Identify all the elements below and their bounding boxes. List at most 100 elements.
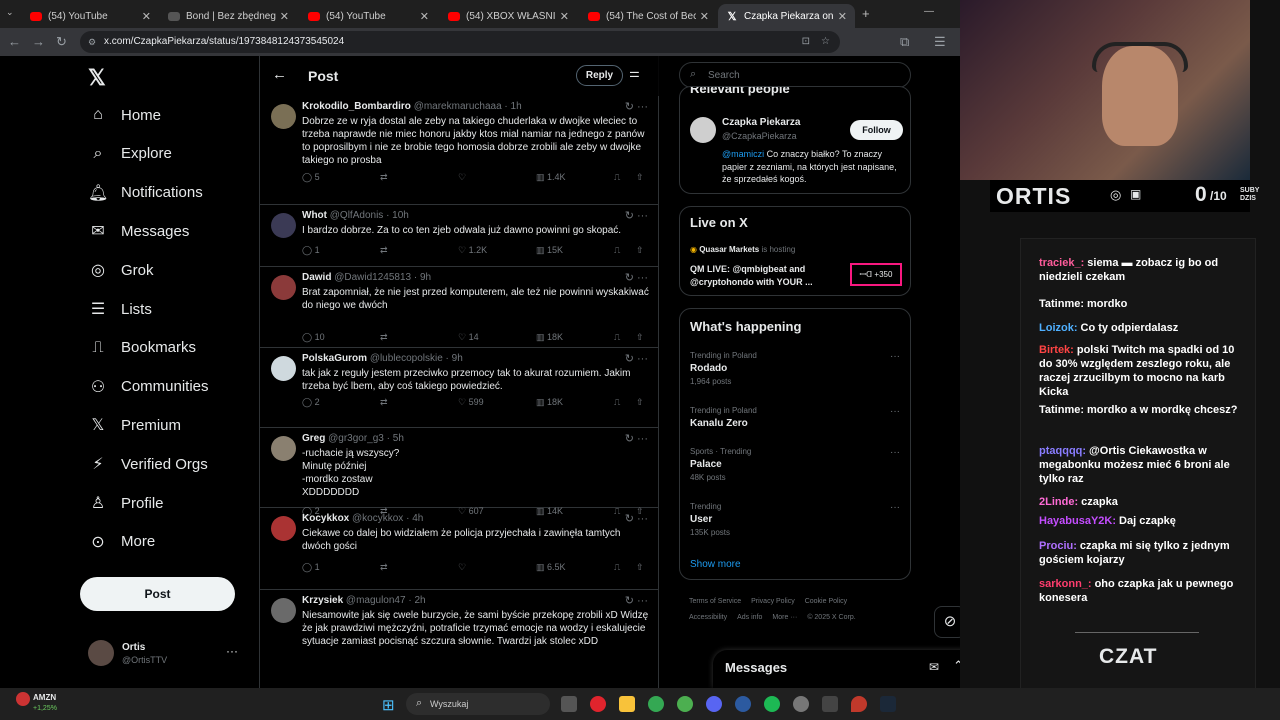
browser-tab[interactable]: (54) The Cost of Becomin...✕ bbox=[580, 4, 717, 28]
chat-username[interactable]: Loizok: bbox=[1039, 322, 1078, 334]
maps-pin-icon[interactable] bbox=[851, 696, 867, 712]
repost-icon[interactable]: ⇄ bbox=[380, 397, 388, 408]
views-action[interactable]: ▥ 15K bbox=[536, 245, 563, 256]
share-icon[interactable]: ⇧ bbox=[636, 562, 644, 573]
trend-item[interactable]: Sports · Trending Palace 48K posts ··· bbox=[690, 447, 900, 482]
messages-drawer[interactable]: Messages ✉ ⌃ bbox=[713, 650, 981, 688]
live-on-x-card[interactable]: Live on X ◉ Quasar Markets is hosting QM… bbox=[679, 206, 911, 296]
chat-username[interactable]: ptaqqqq: bbox=[1039, 445, 1086, 457]
chat-username[interactable]: Prociu: bbox=[1039, 540, 1077, 552]
trend-item[interactable]: Trending in Poland Kanalu Zero ··· bbox=[690, 406, 900, 432]
file-explorer-icon[interactable] bbox=[619, 696, 635, 712]
repost-icon[interactable]: ⇄ bbox=[380, 172, 388, 183]
forward-icon[interactable]: → bbox=[32, 34, 45, 49]
taskbar-search[interactable]: ⌕ Wyszukaj bbox=[406, 693, 550, 715]
avatar[interactable] bbox=[690, 117, 716, 143]
reply-post[interactable]: Krokodilo_Bombardiro @marekmaruchaaa · 1… bbox=[260, 96, 658, 205]
more-dots-icon[interactable]: ··· bbox=[890, 447, 900, 458]
nav-item-lists[interactable]: ☰ Lists bbox=[88, 294, 152, 324]
close-icon[interactable]: ✕ bbox=[700, 10, 709, 23]
filter-icon[interactable]: ⚌ bbox=[629, 66, 640, 80]
repost-icon[interactable]: ⇄ bbox=[380, 562, 388, 573]
footer-link[interactable]: Accessibility bbox=[689, 614, 727, 621]
new-message-icon[interactable]: ✉ bbox=[929, 660, 939, 674]
post-author[interactable]: Whot @QlfAdonis · 10h bbox=[302, 210, 409, 221]
menu-icon[interactable]: ☰ bbox=[934, 34, 946, 50]
browser-tab[interactable]: Bond | Bez zbędnego. | in...✕ bbox=[160, 4, 297, 28]
close-icon[interactable]: ✕ bbox=[280, 10, 289, 23]
post-author[interactable]: Krokodilo_Bombardiro @marekmaruchaaa · 1… bbox=[302, 101, 522, 112]
chrome-icon[interactable] bbox=[648, 696, 664, 712]
minimize-icon[interactable]: — bbox=[924, 6, 934, 17]
install-icon[interactable]: ⊡ bbox=[802, 31, 810, 53]
browser-tab[interactable]: (54) YouTube ✕ bbox=[22, 4, 159, 28]
app-icon[interactable] bbox=[735, 696, 751, 712]
person-name[interactable]: Czapka Piekarza bbox=[722, 117, 800, 128]
bookmark-icon[interactable]: ⎍ bbox=[614, 332, 620, 343]
windows-start-icon[interactable]: ⊞ bbox=[382, 696, 395, 714]
trend-item[interactable]: Trending in Poland Rodado 1,964 posts ··· bbox=[690, 351, 900, 386]
post-button[interactable]: Post bbox=[80, 577, 235, 611]
like-action[interactable]: ♡ 599 bbox=[458, 397, 484, 408]
obs-icon[interactable] bbox=[793, 696, 809, 712]
reply-action[interactable]: ◯ 10 bbox=[302, 332, 325, 343]
back-icon[interactable]: ← bbox=[8, 34, 21, 49]
chat-username[interactable]: Birtek: bbox=[1039, 344, 1074, 356]
footer-link[interactable]: Ads info bbox=[737, 614, 762, 621]
show-more-link[interactable]: Show more bbox=[690, 559, 741, 570]
close-icon[interactable]: ✕ bbox=[420, 10, 429, 23]
new-tab-button[interactable]: + bbox=[862, 6, 870, 21]
avatar[interactable] bbox=[271, 436, 296, 461]
search-input[interactable]: ⌕ Search bbox=[679, 62, 911, 88]
reply-post[interactable]: PolskaGurom @lublecopolskie · 9h ↻ ··· tak… bbox=[260, 348, 658, 428]
more-dots-icon[interactable]: ↻ ··· bbox=[625, 594, 648, 607]
reply-post[interactable]: Greg @gr3gor_g3 · 5h ↻ ··· -ruchacie ją ws… bbox=[260, 428, 658, 516]
reply-post[interactable]: Whot @QlfAdonis · 10h ↻ ··· I bardzo dobrz… bbox=[260, 205, 658, 267]
close-icon[interactable]: ✕ bbox=[560, 10, 569, 23]
footer-link[interactable]: Cookie Policy bbox=[805, 598, 847, 605]
opera-icon[interactable] bbox=[590, 696, 606, 712]
nav-item-notifications[interactable]: 🔔︎ Notifications bbox=[88, 178, 203, 208]
chat-username[interactable]: Tatinme: bbox=[1039, 404, 1084, 416]
chat-username[interactable]: traciek_: bbox=[1039, 257, 1084, 269]
nav-item-communities[interactable]: ⚇ Communities bbox=[88, 372, 209, 402]
nav-item-messages[interactable]: ✉ Messages bbox=[88, 216, 189, 246]
more-dots-icon[interactable]: ··· bbox=[890, 406, 900, 417]
like-action[interactable]: ♡ bbox=[458, 172, 466, 183]
footer-link[interactable]: More ··· bbox=[772, 614, 797, 621]
avatar[interactable] bbox=[271, 213, 296, 238]
footer-link[interactable]: Terms of Service bbox=[689, 598, 741, 605]
reply-post[interactable]: Kocykkox @kocykkox · 4h ↻ ··· Ciekawe co d… bbox=[260, 508, 658, 590]
chat-username[interactable]: 2Linde: bbox=[1039, 496, 1078, 508]
footer-link[interactable]: Privacy Policy bbox=[751, 598, 795, 605]
nav-item-home[interactable]: ⌂ Home bbox=[88, 100, 161, 130]
x-logo-icon[interactable]: 𝕏 bbox=[88, 65, 106, 91]
nav-item-premium[interactable]: 𝕏 Premium bbox=[88, 410, 181, 440]
reload-icon[interactable]: ↻ bbox=[56, 34, 67, 50]
browser-tab[interactable]: (54) XBOX WŁAŚNIE WZM...✕ bbox=[440, 4, 577, 28]
avatar[interactable] bbox=[271, 516, 296, 541]
browser-tab[interactable]: (54) YouTube ✕ bbox=[300, 4, 437, 28]
more-dots-icon[interactable]: ↻ ··· bbox=[625, 432, 648, 445]
post-author[interactable]: Greg @gr3gor_g3 · 5h bbox=[302, 433, 404, 444]
more-dots-icon[interactable]: ↻ ··· bbox=[625, 512, 648, 525]
account-switcher[interactable]: Ortis @OrtisTTV ··· bbox=[88, 640, 248, 670]
share-icon[interactable]: ⇧ bbox=[636, 332, 644, 343]
nav-item-bookmarks[interactable]: ⎍ Bookmarks bbox=[88, 333, 196, 363]
post-author[interactable]: Kocykkox @kocykkox · 4h bbox=[302, 513, 423, 524]
avatar[interactable] bbox=[271, 104, 296, 129]
steam-icon[interactable] bbox=[880, 696, 896, 712]
repost-icon[interactable]: ⇄ bbox=[380, 245, 388, 256]
chrome-profile-icon[interactable] bbox=[677, 696, 693, 712]
more-dots-icon[interactable]: ··· bbox=[890, 351, 900, 362]
reply-action[interactable]: ◯ 1 bbox=[302, 245, 320, 256]
like-action[interactable]: ♡ bbox=[458, 562, 466, 573]
discord-icon[interactable] bbox=[706, 696, 722, 712]
share-icon[interactable]: ⇧ bbox=[636, 397, 644, 408]
chat-username[interactable]: Tatinme: bbox=[1039, 298, 1084, 310]
post-author[interactable]: Krzysiek @magulon47 · 2h bbox=[302, 595, 426, 606]
site-info-icon[interactable]: ⚙ bbox=[88, 31, 96, 53]
url-bar[interactable]: ⚙ x.com/CzapkaPiekarza/status/1973848124… bbox=[80, 31, 840, 53]
nav-item-verified-orgs[interactable]: ⚡︎ Verified Orgs bbox=[88, 449, 207, 479]
more-dots-icon[interactable]: ↻ ··· bbox=[625, 271, 648, 284]
